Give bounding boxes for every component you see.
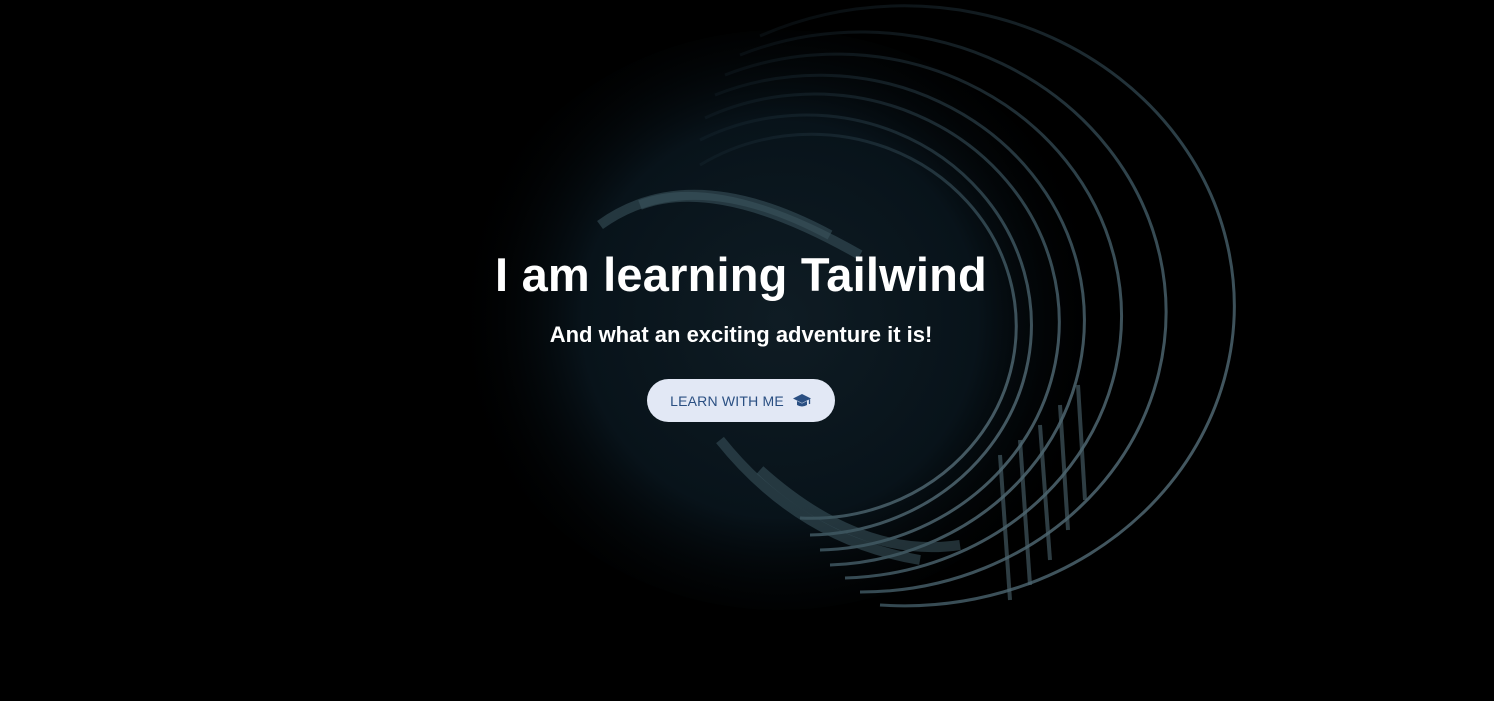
graduation-cap-icon bbox=[792, 393, 812, 409]
hero-subtitle: And what an exciting adventure it is! bbox=[549, 322, 933, 347]
hero-section: I am learning Tailwind And what an excit… bbox=[0, 0, 1494, 701]
learn-with-me-button[interactable]: LEARN WITH ME bbox=[647, 379, 835, 422]
hero-title: I am learning Tailwind bbox=[495, 248, 987, 301]
hero-content: I am learning Tailwind And what an excit… bbox=[0, 0, 1494, 701]
learn-with-me-label: LEARN WITH ME bbox=[670, 392, 784, 409]
